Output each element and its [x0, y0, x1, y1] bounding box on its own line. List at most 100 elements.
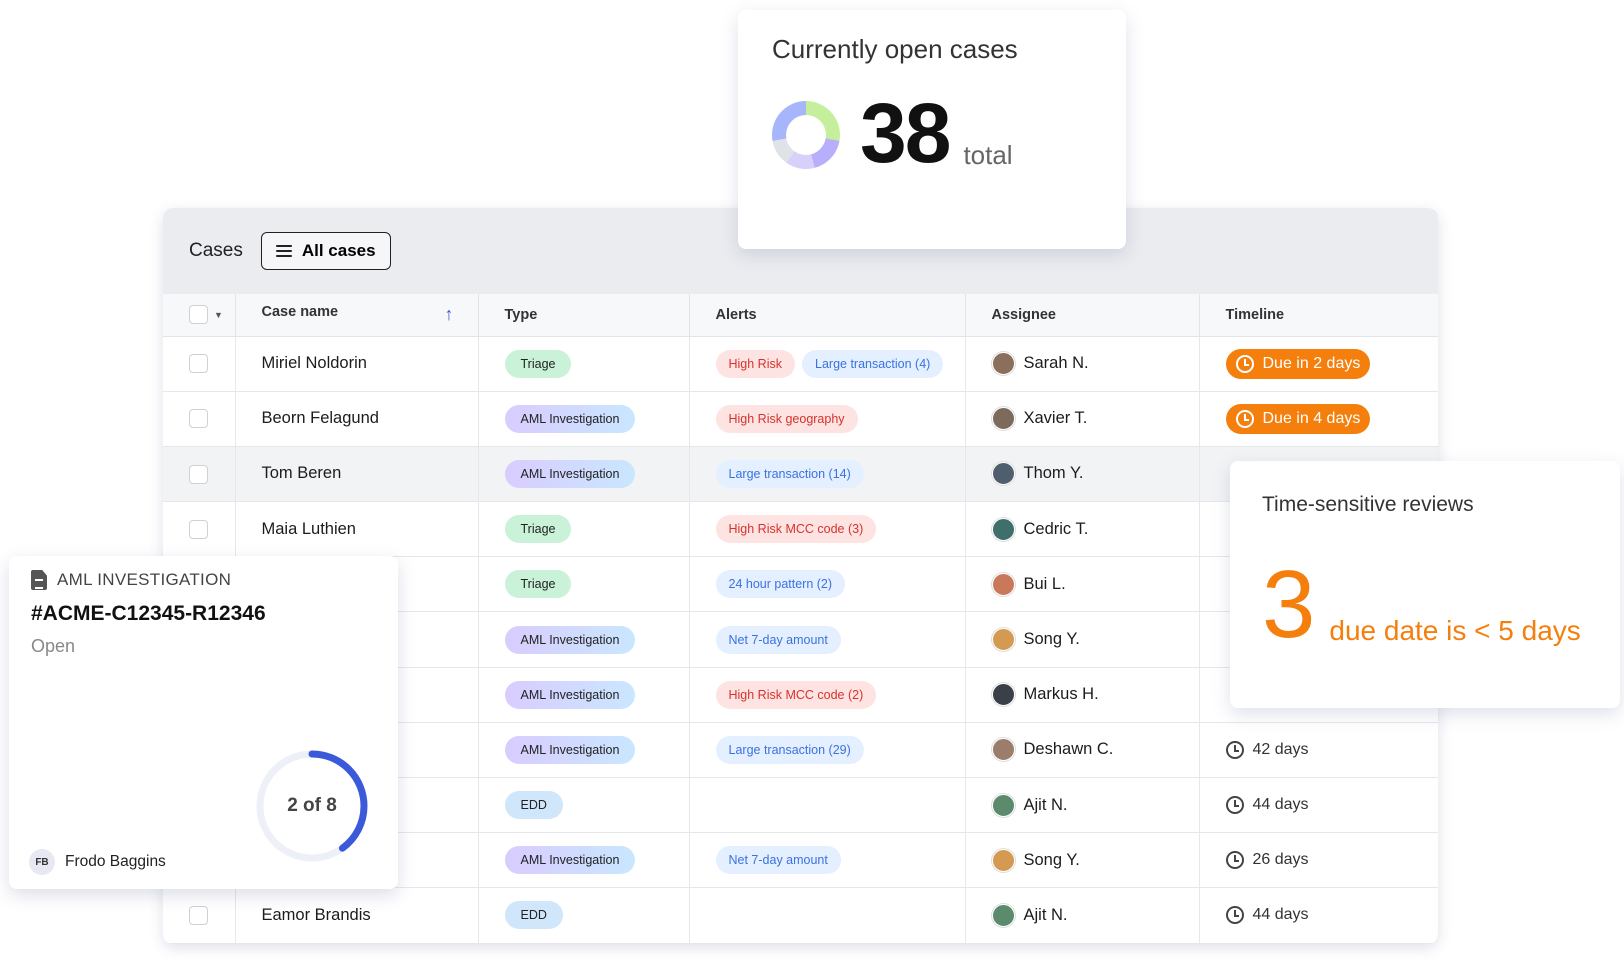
type-cell: AML Investigation: [478, 667, 690, 723]
document-icon: [31, 570, 47, 590]
alert-badge[interactable]: High Risk geography: [715, 404, 858, 433]
stage: Cases All cases ▼ Case name ↑ Type Alerts…: [0, 0, 1624, 965]
type-cell: Triage: [478, 336, 690, 392]
open-cases-count: 38: [860, 86, 951, 180]
row-checkbox[interactable]: [189, 906, 208, 926]
alerts-cell: Net 7-day amount: [689, 832, 966, 889]
assignee-cell[interactable]: Song Y.: [965, 832, 1200, 889]
alert-badge[interactable]: Large transaction (4): [802, 349, 944, 378]
assignee-name: Thom Y.: [1023, 464, 1084, 483]
column-header-case-name[interactable]: Case name ↑: [235, 294, 479, 337]
case-type-badge: Triage: [504, 515, 572, 544]
select-all-header[interactable]: ▼: [163, 294, 236, 337]
case-name-cell[interactable]: Maia Luthien: [235, 501, 479, 558]
assignee-cell[interactable]: Thom Y.: [965, 446, 1200, 503]
case-name-cell[interactable]: Tom Beren: [235, 446, 479, 503]
assignee-cell[interactable]: Markus H.: [965, 667, 1200, 723]
column-header-alerts[interactable]: Alerts: [689, 294, 966, 337]
assignee-name: Markus H.: [1023, 685, 1099, 704]
time-sensitive-label: due date is < 5 days: [1329, 615, 1581, 646]
alert-badge[interactable]: 24 hour pattern (2): [715, 570, 846, 599]
type-cell: Triage: [478, 556, 690, 613]
row-checkbox[interactable]: [189, 409, 208, 429]
assignee-name: Ajit N.: [1023, 795, 1068, 814]
assignee-cell[interactable]: Xavier T.: [965, 391, 1200, 447]
case-type-badge: AML Investigation: [504, 735, 636, 764]
case-type-badge: AML Investigation: [504, 846, 636, 875]
row-checkbox[interactable]: [189, 354, 208, 374]
row-checkbox[interactable]: [189, 464, 208, 484]
avatar: [991, 738, 1015, 762]
timeline-value: 26 days: [1225, 851, 1439, 870]
row-select-cell: [163, 446, 236, 503]
avatar: [991, 683, 1015, 707]
column-header-timeline[interactable]: Timeline: [1199, 294, 1438, 337]
row-select-cell: [163, 887, 236, 944]
assignee-cell[interactable]: Deshawn C.: [965, 722, 1200, 779]
all-cases-button[interactable]: All cases: [260, 232, 391, 270]
clock-icon: [1225, 740, 1244, 759]
alert-badge[interactable]: High Risk MCC code (3): [715, 515, 877, 544]
open-cases-count-label: total: [963, 140, 1013, 170]
avatar: [991, 572, 1015, 596]
timeline-value: 42 days: [1225, 740, 1439, 759]
assignee-cell[interactable]: Cedric T.: [965, 501, 1200, 558]
assignee-name: Ajit N.: [1023, 905, 1068, 924]
open-cases-card: Currently open cases 38 total: [738, 10, 1126, 249]
time-sensitive-count: 3: [1262, 551, 1316, 658]
avatar: [991, 903, 1015, 927]
alerts-cell: 24 hour pattern (2): [689, 556, 966, 613]
table-row[interactable]: Miriel Noldorin Triage High Risk Large tran…: [163, 336, 1438, 392]
select-all-checkbox[interactable]: [189, 305, 208, 325]
assignee-cell[interactable]: Sarah N.: [965, 336, 1200, 392]
case-name-cell[interactable]: Miriel Noldorin: [235, 336, 479, 392]
assignee-name: Bui L.: [1023, 574, 1066, 593]
owner-avatar: FB: [29, 849, 55, 875]
avatar: [991, 793, 1015, 817]
assignee-cell[interactable]: Song Y.: [965, 611, 1200, 668]
progress-text: 2 of 8: [287, 795, 337, 816]
assignee-cell[interactable]: Ajit N.: [965, 777, 1200, 834]
clock-icon: [1225, 851, 1244, 870]
timeline-cell: 44 days: [1199, 777, 1438, 834]
case-name-cell[interactable]: Eamor Brandis: [235, 887, 479, 944]
clock-icon: [1235, 354, 1254, 373]
assignee-cell[interactable]: Bui L.: [965, 556, 1200, 613]
row-checkbox[interactable]: [189, 519, 208, 539]
row-select-cell: [163, 336, 236, 392]
alert-badge[interactable]: High Risk MCC code (2): [715, 680, 877, 709]
clock-icon: [1225, 796, 1244, 815]
open-cases-title: Currently open cases: [772, 34, 1018, 64]
row-select-cell: [163, 391, 236, 447]
alerts-cell: High Risk MCC code (2): [689, 667, 966, 723]
avatar: [991, 352, 1015, 376]
case-type-badge: AML Investigation: [504, 404, 636, 433]
sort-ascending-icon[interactable]: ↑: [445, 304, 454, 325]
alert-badge[interactable]: Net 7-day amount: [715, 625, 841, 654]
chevron-down-icon[interactable]: ▼: [214, 310, 223, 320]
alert-badge[interactable]: High Risk: [715, 349, 795, 378]
clock-icon: [1225, 906, 1244, 925]
table-row[interactable]: Eamor Brandis EDD Ajit N. 44 days: [163, 887, 1438, 944]
type-cell: AML Investigation: [478, 611, 690, 668]
aml-investigation-card[interactable]: AML INVESTIGATION #ACME-C12345-R12346 Op…: [9, 556, 398, 889]
type-cell: AML Investigation: [478, 832, 690, 889]
alert-badge[interactable]: Net 7-day amount: [715, 846, 841, 875]
column-header-type[interactable]: Type: [478, 294, 690, 337]
open-cases-donut-chart: [772, 101, 840, 169]
alerts-cell: Large transaction (29): [689, 722, 966, 779]
avatar: [991, 462, 1015, 486]
all-cases-label: All cases: [301, 241, 376, 260]
aml-category: AML INVESTIGATION: [57, 570, 232, 589]
type-cell: EDD: [478, 887, 690, 944]
table-row[interactable]: Beorn Felagund AML Investigation High Risk…: [163, 391, 1438, 447]
timeline-cell: 26 days: [1199, 832, 1439, 889]
alert-badge[interactable]: Large transaction (14): [715, 459, 864, 488]
column-header-assignee[interactable]: Assignee: [965, 294, 1200, 337]
type-cell: EDD: [478, 777, 690, 834]
assignee-cell[interactable]: Ajit N.: [965, 887, 1200, 944]
case-name-cell[interactable]: Beorn Felagund: [235, 391, 479, 447]
alert-badge[interactable]: Large transaction (29): [715, 735, 864, 764]
row-select-cell: [163, 501, 236, 558]
avatar: [991, 628, 1015, 652]
